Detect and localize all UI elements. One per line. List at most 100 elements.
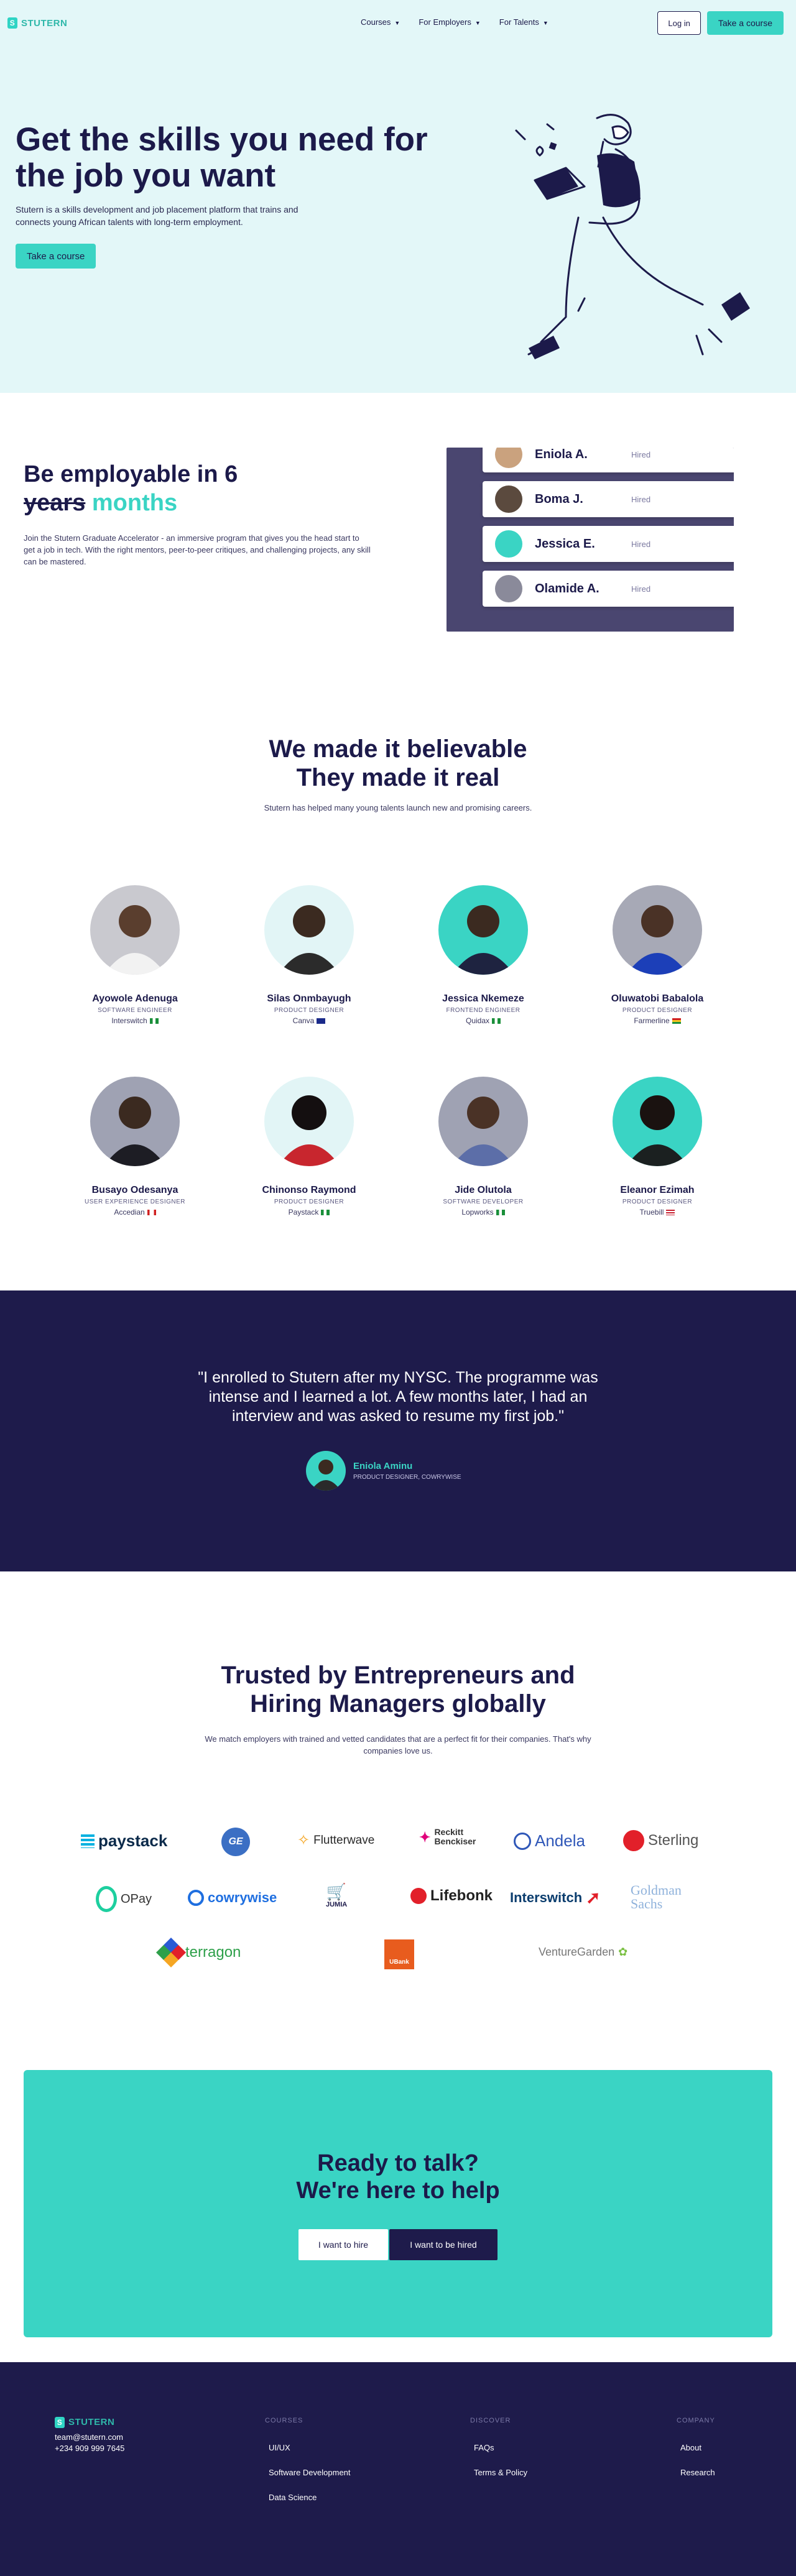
talent-card: Jide Olutola SOFTWARE DEVELOPER Lopworks bbox=[402, 1077, 564, 1217]
ubank-logo: UBank bbox=[384, 1939, 414, 1969]
nigeria-flag-icon bbox=[492, 1018, 501, 1024]
andela-logo: Andela bbox=[514, 1831, 585, 1851]
reckitt-logo: ✦ Reckitt Benckiser bbox=[419, 1828, 484, 1846]
footer-link-research[interactable]: Research bbox=[677, 2468, 715, 2477]
opay-icon bbox=[96, 1886, 117, 1912]
ghana-flag-icon bbox=[672, 1018, 681, 1024]
talent-name: Jessica Nkemeze bbox=[442, 993, 524, 1004]
footer-link-uiux[interactable]: UI/UX bbox=[265, 2443, 351, 2452]
footer: S STUTERN team@stutern.com +234 909 999 … bbox=[0, 2362, 796, 2576]
cowrywise-icon bbox=[188, 1890, 204, 1906]
talent-photo bbox=[264, 1077, 354, 1166]
footer-link-terms-policy[interactable]: Terms & Policy bbox=[470, 2468, 527, 2477]
partners-title: Trusted by Entrepreneurs and Hiring Mana… bbox=[0, 1661, 796, 1718]
avatar bbox=[495, 485, 522, 513]
talent-company: Truebill bbox=[576, 1208, 738, 1217]
talent-company-name: Farmerline bbox=[634, 1016, 670, 1025]
opay-logo: OPay bbox=[96, 1886, 152, 1912]
footer-link-faqs[interactable]: FAQs bbox=[470, 2443, 527, 2452]
nigeria-flag-icon bbox=[149, 1018, 159, 1024]
success-title-line2: They made it real bbox=[296, 764, 500, 791]
footer-brand-name: STUTERN bbox=[68, 2417, 115, 2427]
talent-name: Chinonso Raymond bbox=[262, 1185, 356, 1195]
footer-column-heading: COURSES bbox=[265, 2417, 303, 2424]
canada-flag-icon bbox=[147, 1210, 156, 1216]
nav-item-courses[interactable]: Courses ▼ bbox=[361, 17, 400, 27]
hired-status: Hired bbox=[631, 449, 651, 459]
jumia-logo: 🛒 JUMIA bbox=[326, 1884, 347, 1908]
person-icon bbox=[104, 905, 166, 975]
talent-role: SOFTWARE DEVELOPER bbox=[443, 1198, 524, 1205]
nav-item-for-employers[interactable]: For Employers ▼ bbox=[419, 17, 480, 27]
talent-company-name: Accedian bbox=[114, 1208, 145, 1217]
take-course-nav-button[interactable]: Take a course bbox=[706, 11, 784, 35]
footer-link-software-development[interactable]: Software Development bbox=[265, 2468, 351, 2477]
talent-role: PRODUCT DESIGNER bbox=[622, 1198, 693, 1205]
talent-card: Eleanor Ezimah PRODUCT DESIGNER Truebill bbox=[576, 1077, 738, 1217]
talent-card: Oluwatobi Babalola PRODUCT DESIGNER Farm… bbox=[576, 885, 738, 1025]
login-button[interactable]: Log in bbox=[657, 11, 701, 35]
sterling-icon bbox=[623, 1830, 644, 1851]
logo-name: Interswitch bbox=[510, 1889, 583, 1905]
hired-card: Eniola A. Hired bbox=[483, 448, 734, 472]
hired-status: Hired bbox=[631, 494, 651, 504]
footer-email[interactable]: team@stutern.com bbox=[55, 2432, 124, 2443]
logo-name: Andela bbox=[535, 1831, 585, 1850]
hire-button[interactable]: I want to hire bbox=[298, 2229, 388, 2260]
talent-photo bbox=[613, 1077, 702, 1166]
logo-name: VentureGarden bbox=[539, 1946, 615, 1958]
flutterwave-icon: ✧ bbox=[297, 1832, 310, 1849]
person-icon bbox=[626, 1095, 688, 1166]
australia-flag-icon bbox=[317, 1018, 326, 1024]
logo-name: paystack bbox=[98, 1831, 168, 1850]
hero-title: Get the skills you need for the job you … bbox=[16, 121, 428, 194]
talent-name: Ayowole Adenuga bbox=[92, 993, 178, 1004]
footer-link-about[interactable]: About bbox=[677, 2443, 715, 2452]
footer-column-heading: DISCOVER bbox=[470, 2417, 511, 2424]
nav-menu: Courses ▼ For Employers ▼ For Talents ▼ bbox=[361, 17, 548, 27]
hired-name: Jessica E. bbox=[535, 536, 595, 551]
logo-name: Lifebonk bbox=[430, 1887, 493, 1904]
talent-company-name: Paystack bbox=[288, 1208, 319, 1217]
get-hired-button[interactable]: I want to be hired bbox=[389, 2229, 497, 2260]
talent-photo bbox=[90, 885, 180, 975]
hero-section: Get the skills you need for the job you … bbox=[0, 0, 796, 393]
talent-card: Jessica Nkemeze FRONTEND ENGINEER Quidax bbox=[402, 885, 564, 1025]
brand-logo[interactable]: S STUTERN bbox=[7, 17, 67, 29]
talent-card: Chinonso Raymond PRODUCT DESIGNER Paysta… bbox=[228, 1077, 390, 1217]
footer-logo[interactable]: S STUTERN bbox=[55, 2417, 124, 2428]
person-icon bbox=[311, 1460, 341, 1491]
talent-name: Oluwatobi Babalola bbox=[611, 993, 704, 1004]
footer-contact: S STUTERN team@stutern.com +234 909 999 … bbox=[55, 2417, 124, 2454]
logo-name: JUMIA bbox=[326, 1901, 348, 1908]
cta-title-line2: We're here to help bbox=[296, 2178, 500, 2204]
employable-title-struck: years bbox=[24, 490, 86, 516]
talent-photo bbox=[438, 1077, 528, 1166]
talent-photo bbox=[264, 885, 354, 975]
employable-title-highlight: months bbox=[91, 490, 178, 516]
talent-company-name: Canva bbox=[292, 1016, 315, 1025]
nigeria-flag-icon bbox=[496, 1210, 505, 1216]
nav-item-for-talents[interactable]: For Talents ▼ bbox=[499, 17, 548, 27]
talent-company: Interswitch bbox=[54, 1016, 216, 1025]
talent-company: Accedian bbox=[54, 1208, 216, 1217]
talent-role: PRODUCT DESIGNER bbox=[274, 1007, 345, 1014]
talent-role: SOFTWARE ENGINEER bbox=[98, 1007, 172, 1014]
hired-name: Boma J. bbox=[535, 492, 583, 506]
jumia-cart-icon: 🛒 bbox=[326, 1882, 347, 1901]
talent-company: Paystack bbox=[228, 1208, 390, 1217]
testimonial-author-info: Eniola Aminu PRODUCT DESIGNER, COWRYWISE bbox=[353, 1461, 461, 1481]
footer-link-data-science[interactable]: Data Science bbox=[265, 2493, 351, 2502]
venturegarden-logo: VentureGarden ✿ bbox=[539, 1946, 627, 1959]
talent-photo bbox=[613, 885, 702, 975]
hired-list-panel: Eniola A. Hired Boma J. Hired Jessica E.… bbox=[447, 448, 734, 632]
footer-courses-column: COURSES UI/UX Software Development Data … bbox=[265, 2417, 351, 2518]
footer-phone[interactable]: +234 909 999 7645 bbox=[55, 2443, 124, 2454]
contact-cta-section: Ready to talk? We're here to help I want… bbox=[24, 2070, 772, 2337]
person-icon bbox=[278, 905, 340, 975]
take-course-hero-button[interactable]: Take a course bbox=[16, 244, 96, 269]
hired-name: Olamide A. bbox=[535, 581, 599, 596]
testimonial-section: "I enrolled to Stutern after my NYSC. Th… bbox=[0, 1290, 796, 1571]
nav-item-label: For Talents bbox=[499, 17, 539, 27]
footer-discover-column: DISCOVER FAQs Terms & Policy bbox=[470, 2417, 527, 2493]
